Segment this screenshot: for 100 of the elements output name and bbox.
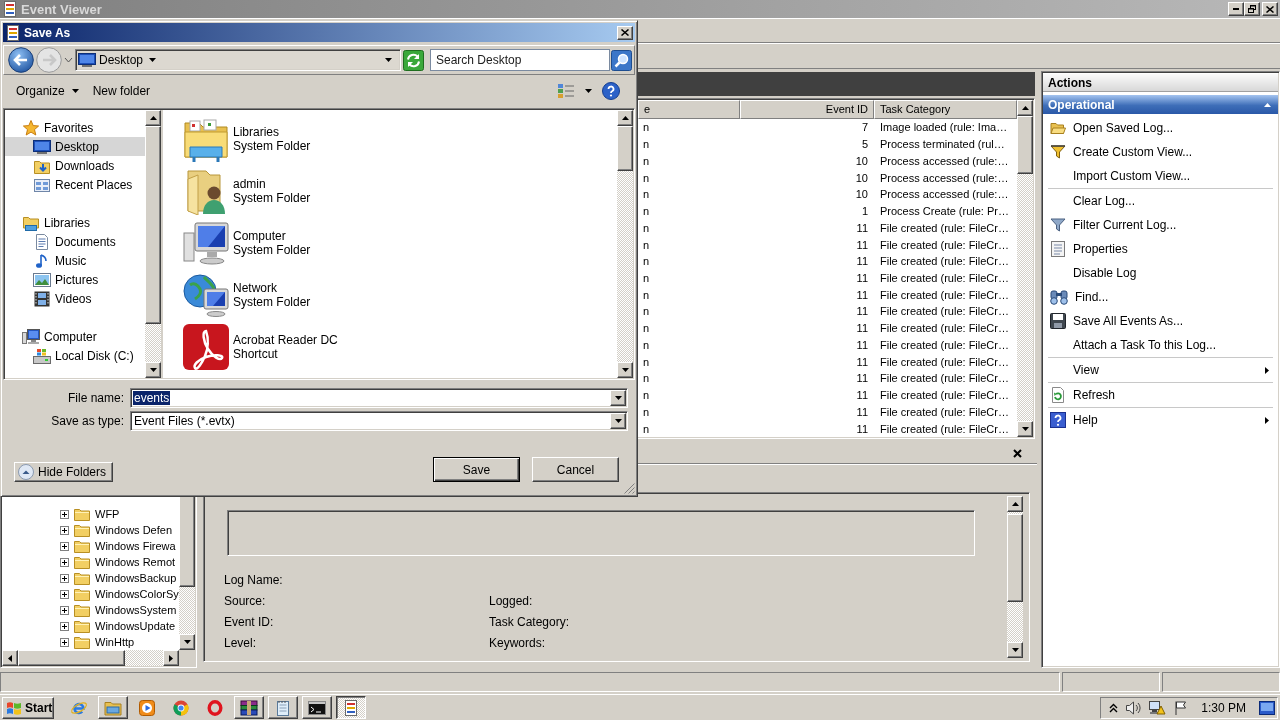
action-link[interactable]: Properties (1073, 242, 1128, 256)
file-item[interactable]: Libraries System Folder (182, 113, 311, 165)
organize-button[interactable]: Organize (13, 79, 82, 102)
close-button[interactable] (617, 25, 633, 40)
action-link[interactable]: Create Custom View... (1073, 145, 1193, 159)
minimize-button[interactable] (1228, 2, 1244, 16)
search-field[interactable]: Search Desktop (430, 49, 610, 71)
close-icon[interactable] (1013, 449, 1022, 458)
hide-folders-button[interactable]: Hide Folders (14, 462, 114, 482)
nav-item[interactable]: Local Disk (C:) (5, 346, 145, 365)
scrollbar-thumb[interactable] (617, 126, 633, 171)
vertical-scrollbar[interactable] (1017, 100, 1033, 437)
speaker-icon[interactable] (1125, 699, 1142, 716)
scroll-up-button[interactable] (1007, 496, 1023, 512)
action-link[interactable]: Find... (1075, 290, 1109, 304)
dropdown-button[interactable] (610, 413, 626, 429)
nav-item[interactable]: Libraries (5, 213, 145, 232)
nav-item[interactable]: Favorites (5, 118, 145, 137)
expander-icon[interactable] (60, 589, 69, 599)
action-link[interactable]: Save All Events As... (1073, 314, 1184, 328)
nav-item[interactable]: Computer (5, 327, 145, 346)
scroll-right-button[interactable] (163, 650, 179, 666)
column-header[interactable]: Event ID (740, 100, 874, 119)
tree-item[interactable]: Windows Firewa (95, 540, 176, 552)
action-link[interactable]: View (1073, 363, 1099, 377)
action-link[interactable]: Refresh (1073, 388, 1116, 402)
nav-item[interactable]: Desktop (5, 137, 145, 156)
action-link[interactable]: Open Saved Log... (1073, 121, 1174, 135)
breadcrumb-item[interactable]: Desktop (99, 53, 144, 67)
expander-icon[interactable] (60, 605, 69, 615)
dropdown-button[interactable] (610, 390, 626, 406)
file-item[interactable]: Network System Folder (182, 269, 311, 321)
network-warning-icon[interactable] (1148, 699, 1167, 716)
nav-item[interactable]: Documents (5, 232, 145, 251)
tree-item[interactable]: WinHttp (95, 636, 135, 648)
horizontal-scrollbar[interactable] (2, 650, 179, 666)
expander-icon[interactable] (60, 557, 69, 567)
file-name-field[interactable]: events (130, 388, 628, 408)
scrollbar-thumb[interactable] (18, 650, 125, 666)
expander-icon[interactable] (60, 541, 69, 551)
scroll-down-button[interactable] (1017, 421, 1033, 437)
help-button[interactable] (599, 79, 623, 102)
section-header[interactable]: Operational (1043, 95, 1278, 114)
refresh-button[interactable] (403, 49, 424, 71)
restore-button[interactable] (1244, 2, 1260, 16)
close-button[interactable] (1262, 2, 1278, 16)
expander-icon[interactable] (60, 621, 69, 631)
tree-item[interactable]: WFP (95, 508, 120, 520)
scroll-down-button[interactable] (145, 362, 161, 378)
action-link[interactable]: Import Custom View... (1073, 169, 1191, 183)
scroll-up-button[interactable] (1017, 100, 1033, 116)
scroll-up-button[interactable] (145, 110, 161, 126)
expander-icon[interactable] (60, 573, 69, 583)
nav-item[interactable]: Downloads (5, 156, 145, 175)
action-link[interactable]: Clear Log... (1073, 194, 1136, 208)
action-link[interactable]: Disable Log (1073, 266, 1137, 280)
nav-item[interactable]: Pictures (5, 270, 145, 289)
scroll-left-button[interactable] (2, 650, 18, 666)
start-button[interactable]: Start (2, 696, 54, 719)
vertical-scrollbar[interactable] (617, 110, 633, 378)
tree-item[interactable]: WindowsBackup (95, 572, 177, 584)
show-desktop-icon[interactable] (1259, 700, 1275, 715)
vertical-scrollbar[interactable] (145, 110, 161, 378)
scroll-down-button[interactable] (1007, 642, 1023, 658)
nav-item[interactable]: Videos (5, 289, 145, 308)
tree-item[interactable]: WindowsUpdate (95, 620, 176, 632)
address-bar[interactable]: Desktop (75, 49, 401, 71)
file-type-dropdown[interactable]: Event Files (*.evtx) (130, 411, 628, 431)
dialog-button[interactable]: Cancel (532, 457, 619, 482)
search-button[interactable] (611, 49, 632, 71)
clock[interactable]: 1:30 PM (1201, 700, 1246, 715)
action-link[interactable]: Attach a Task To this Log... (1073, 338, 1216, 352)
nav-item[interactable]: Music (5, 251, 145, 270)
vertical-scrollbar[interactable] (1007, 496, 1023, 658)
dialog-button[interactable]: Save (433, 457, 520, 482)
tree-item[interactable]: WindowsColorSy (95, 588, 179, 600)
scrollbar-thumb[interactable] (1007, 514, 1023, 602)
tree-item[interactable]: Windows Defen (95, 524, 173, 536)
tree-item[interactable]: Windows Remot (95, 556, 176, 568)
action-link[interactable]: Help (1073, 413, 1098, 427)
scroll-down-button[interactable] (179, 634, 195, 650)
expander-icon[interactable] (60, 637, 69, 647)
scroll-down-button[interactable] (617, 362, 633, 378)
scrollbar-thumb[interactable] (1017, 116, 1033, 174)
taskbar-button[interactable] (336, 696, 366, 719)
action-link[interactable]: Filter Current Log... (1073, 218, 1177, 232)
chevron-up-icon[interactable] (1109, 702, 1119, 713)
expander-icon[interactable] (60, 509, 69, 519)
back-button[interactable] (8, 47, 34, 73)
file-item[interactable]: Acrobat Reader DC Shortcut (182, 321, 338, 373)
scroll-up-button[interactable] (617, 110, 633, 126)
file-item[interactable]: Computer System Folder (182, 217, 311, 269)
column-header[interactable]: e (638, 100, 740, 119)
expander-icon[interactable] (60, 525, 69, 535)
scrollbar-thumb[interactable] (145, 126, 161, 324)
file-item[interactable]: admin System Folder (182, 165, 311, 217)
tree-item[interactable]: WindowsSystem (95, 604, 177, 616)
nav-item[interactable]: Recent Places (5, 175, 145, 194)
new-folder-button[interactable]: New folder (89, 79, 154, 102)
column-header[interactable]: Task Category (874, 100, 1017, 119)
